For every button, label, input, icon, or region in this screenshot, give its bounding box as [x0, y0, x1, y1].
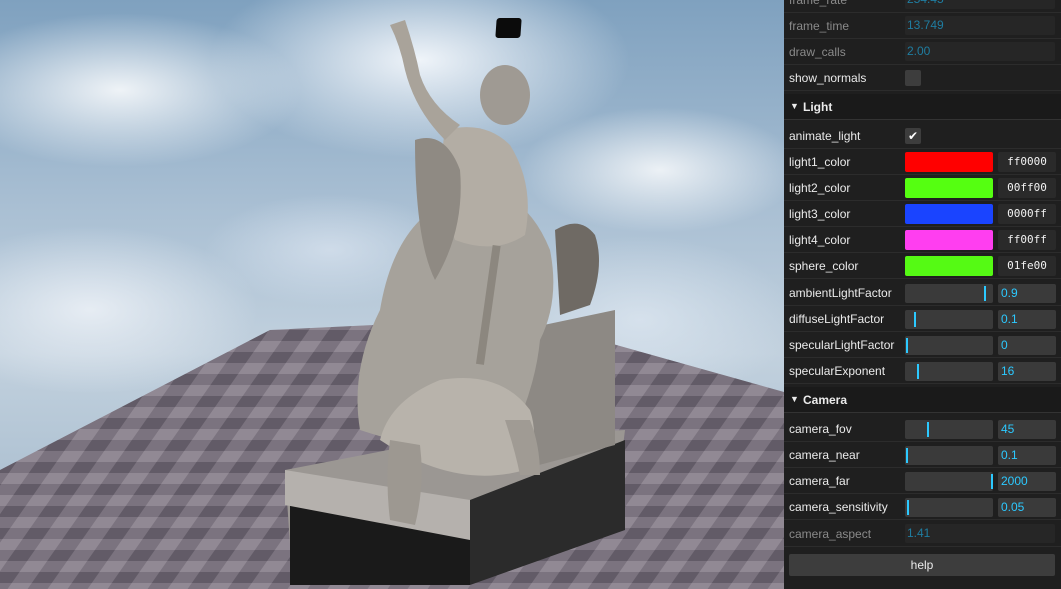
- camera-folder-title: Camera: [803, 393, 848, 407]
- color-hex-input[interactable]: 0000ff: [998, 204, 1056, 224]
- camera-aspect-row: camera_aspect 1.41: [784, 521, 1061, 547]
- color-swatch[interactable]: [905, 204, 993, 224]
- slider-value-input[interactable]: 0.9: [998, 284, 1056, 303]
- color-hex-input[interactable]: 00ff00: [998, 178, 1056, 198]
- camera-aspect-value: 1.41: [905, 524, 1055, 543]
- show-normals-checkbox[interactable]: [905, 70, 921, 86]
- camera-folder-header[interactable]: ▼ Camera: [784, 387, 1061, 413]
- 3d-viewport[interactable]: [0, 0, 784, 589]
- color-label: light1_color: [789, 155, 851, 169]
- help-button[interactable]: help: [789, 554, 1055, 576]
- show-normals-row: show_normals: [784, 65, 1061, 91]
- color-hex-input[interactable]: 01fe00: [998, 256, 1056, 276]
- slider-track[interactable]: [905, 472, 993, 491]
- slider-handle[interactable]: [906, 500, 909, 515]
- control-panel: frame_rate 254.45 frame_time 13.749 draw…: [784, 0, 1061, 589]
- color-swatch[interactable]: [905, 152, 993, 172]
- slider-track[interactable]: [905, 446, 993, 465]
- slider-handle[interactable]: [906, 338, 908, 353]
- animate-light-label: animate_light: [789, 129, 861, 143]
- frame-rate-row: frame_rate 254.45: [784, 0, 1061, 13]
- slider-track[interactable]: [905, 310, 993, 329]
- slider-row-ambientLightFactor: ambientLightFactor 0.9: [784, 280, 1061, 306]
- camera-aspect-label: camera_aspect: [789, 527, 872, 541]
- slider-handle[interactable]: [913, 312, 916, 327]
- slider-value-input[interactable]: 45: [998, 420, 1056, 439]
- color-hex-input[interactable]: ff0000: [998, 152, 1056, 172]
- slider-value-input[interactable]: 16: [998, 362, 1056, 381]
- color-row-sphere-color: sphere_color 01fe00: [784, 253, 1061, 279]
- light-folder-header[interactable]: ▼ Light: [784, 94, 1061, 120]
- slider-row-specularLightFactor: specularLightFactor 0: [784, 332, 1061, 358]
- checkmark-icon: ✔: [907, 129, 919, 143]
- color-label: light4_color: [789, 233, 851, 247]
- slider-row-camera-far: camera_far 2000: [784, 468, 1061, 494]
- draw-calls-value: 2.00: [905, 42, 1055, 61]
- slider-row-camera-near: camera_near 0.1: [784, 442, 1061, 468]
- slider-value-input[interactable]: 0.1: [998, 310, 1056, 329]
- slider-value-input[interactable]: 0.1: [998, 446, 1056, 465]
- slider-label: specularLightFactor: [789, 338, 895, 352]
- slider-handle[interactable]: [906, 448, 908, 463]
- color-hex-input[interactable]: ff00ff: [998, 230, 1056, 250]
- slider-track[interactable]: [905, 362, 993, 381]
- frame-time-label: frame_time: [789, 19, 850, 33]
- slider-handle[interactable]: [927, 422, 929, 437]
- animate-light-checkbox[interactable]: ✔: [905, 128, 921, 144]
- slider-label: camera_fov: [789, 422, 852, 436]
- slider-row-specularExponent: specularExponent 16: [784, 358, 1061, 384]
- light-folder-title: Light: [803, 100, 833, 114]
- slider-track[interactable]: [905, 498, 993, 517]
- slider-handle[interactable]: [991, 474, 993, 489]
- caret-down-icon: ▼: [790, 101, 799, 111]
- color-label: light3_color: [789, 207, 851, 221]
- slider-track[interactable]: [905, 284, 993, 303]
- slider-label: diffuseLightFactor: [789, 312, 885, 326]
- slider-row-diffuseLightFactor: diffuseLightFactor 0.1: [784, 306, 1061, 332]
- color-swatch[interactable]: [905, 256, 993, 276]
- statue-model: [285, 20, 625, 585]
- slider-row-camera-fov: camera_fov 45: [784, 416, 1061, 442]
- draw-calls-label: draw_calls: [789, 45, 846, 59]
- slider-track[interactable]: [905, 336, 993, 355]
- frame-rate-label: frame_rate: [789, 0, 848, 7]
- frame-time-value: 13.749: [905, 16, 1055, 35]
- color-swatch[interactable]: [905, 178, 993, 198]
- color-label: sphere_color: [789, 259, 859, 273]
- slider-row-camera-sensitivity: camera_sensitivity 0.05: [784, 494, 1061, 520]
- color-row-light4-color: light4_color ff00ff: [784, 227, 1061, 253]
- color-swatch[interactable]: [905, 230, 993, 250]
- show-normals-label: show_normals: [789, 71, 867, 85]
- frame-time-row: frame_time 13.749: [784, 13, 1061, 39]
- slider-value-input[interactable]: 0.05: [998, 498, 1056, 517]
- slider-handle[interactable]: [917, 364, 920, 379]
- slider-label: ambientLightFactor: [789, 286, 892, 300]
- slider-label: camera_near: [789, 448, 860, 462]
- animate-light-row: animate_light ✔: [784, 123, 1061, 149]
- frame-rate-value: 254.45: [905, 0, 1055, 9]
- slider-label: specularExponent: [789, 364, 886, 378]
- draw-calls-row: draw_calls 2.00: [784, 39, 1061, 65]
- slider-value-input[interactable]: 2000: [998, 472, 1056, 491]
- color-label: light2_color: [789, 181, 851, 195]
- color-row-light1-color: light1_color ff0000: [784, 149, 1061, 175]
- slider-label: camera_far: [789, 474, 850, 488]
- slider-value-input[interactable]: 0: [998, 336, 1056, 355]
- slider-handle[interactable]: [984, 286, 987, 301]
- caret-down-icon: ▼: [790, 394, 799, 404]
- slider-track[interactable]: [905, 420, 993, 439]
- color-row-light3-color: light3_color 0000ff: [784, 201, 1061, 227]
- color-row-light2-color: light2_color 00ff00: [784, 175, 1061, 201]
- slider-label: camera_sensitivity: [789, 500, 888, 514]
